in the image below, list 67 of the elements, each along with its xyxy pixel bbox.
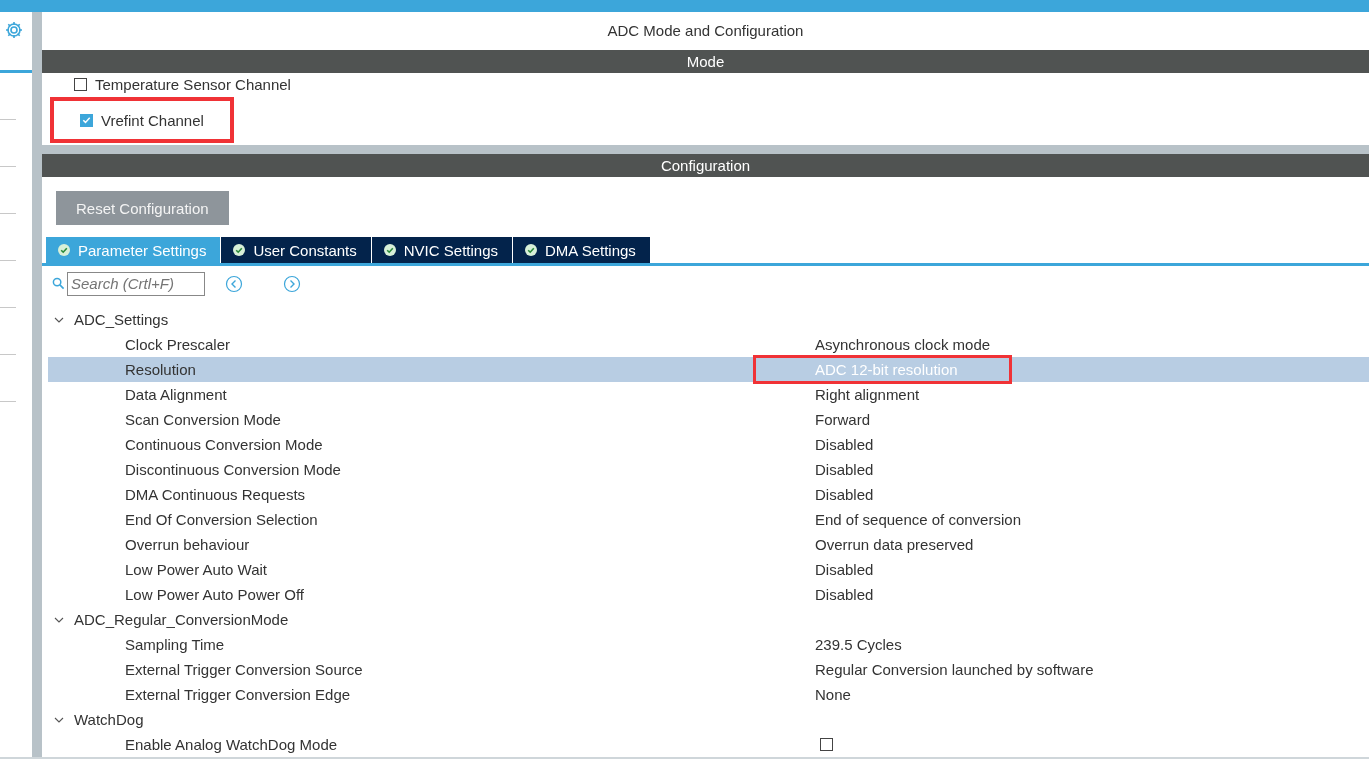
parameter-name: Scan Conversion Mode	[124, 411, 282, 428]
parameter-name: Clock Prescaler	[124, 336, 232, 353]
tab[interactable]: User Constants	[221, 237, 371, 264]
parameter-row[interactable]: Resolution ADC 12-bit resolution	[48, 357, 1369, 382]
parameter-name: Low Power Auto Wait	[124, 561, 268, 578]
parameter-row[interactable]: Low Power Auto Wait Disabled	[48, 557, 1369, 582]
search-field[interactable]: Search (Crtl+F)	[67, 271, 205, 296]
parameter-value: Disabled	[815, 461, 874, 478]
parameter-row[interactable]: Clock Prescaler Asynchronous clock mode	[48, 332, 1369, 357]
previous-icon[interactable]	[225, 274, 243, 293]
parameter-name: External Trigger Conversion Edge	[124, 686, 352, 703]
channel-label: Temperature Sensor Channel	[95, 75, 291, 93]
parameter-name: Low Power Auto Power Off	[124, 586, 305, 603]
parameter-row[interactable]: Low Power Auto Power Off Disabled	[48, 582, 1369, 607]
check-circle-icon	[525, 244, 537, 257]
parameter-value: None	[815, 686, 851, 703]
parameter-value: Regular Conversion launched by software	[815, 661, 1094, 678]
tab[interactable]: NVIC Settings	[371, 237, 512, 264]
check-circle-icon	[383, 244, 396, 257]
parameter-name: Continuous Conversion Mode	[124, 436, 324, 453]
parameter-value: Right alignment	[815, 386, 920, 403]
parameter-name: Sampling Time	[124, 636, 226, 653]
section-header: Configuration	[42, 154, 1369, 178]
tab[interactable]: DMA Settings	[513, 237, 650, 264]
next-icon[interactable]	[283, 274, 301, 293]
parameter-value: Disabled	[815, 486, 874, 503]
panel-title: ADC Mode and Configuration	[606, 21, 805, 41]
parameter-row[interactable]: Enable Analog WatchDog Mode	[48, 732, 1369, 757]
parameter-value: ADC 12-bit resolution	[815, 361, 958, 378]
parameter-row[interactable]: Continuous Conversion Mode Disabled	[48, 432, 1369, 457]
parameter-name: Overrun behaviour	[124, 536, 251, 553]
settings-icon[interactable]	[4, 20, 24, 40]
parameter-row[interactable]: Overrun behaviour Overrun data preserved	[48, 532, 1369, 557]
group-label: ADC_Settings	[74, 311, 169, 328]
check-circle-icon	[233, 244, 246, 257]
parameter-row[interactable]: Sampling Time 239.5 Cycles	[48, 632, 1369, 657]
checkbox[interactable]	[74, 77, 87, 91]
parameter-value: Disabled	[815, 436, 874, 453]
parameter-value: 239.5 Cycles	[815, 636, 902, 653]
parameter-name: Resolution	[124, 361, 197, 378]
parameter-value: Forward	[815, 411, 870, 428]
parameter-row[interactable]: DMA Continuous Requests Disabled	[48, 482, 1369, 507]
parameter-name: DMA Continuous Requests	[124, 486, 307, 503]
parameter-value: Disabled	[815, 586, 874, 603]
search-icon	[52, 277, 65, 291]
channel-label: Vrefint Channel	[101, 111, 204, 129]
check-circle-icon	[58, 244, 70, 257]
parameter-name: Enable Analog WatchDog Mode	[124, 736, 339, 753]
parameter-row[interactable]: Discontinuous Conversion Mode Disabled	[48, 457, 1369, 482]
checkbox[interactable]	[820, 738, 833, 751]
group-label: WatchDog	[74, 711, 144, 728]
parameter-row[interactable]: External Trigger Conversion Source Regular Conversion launched by software	[48, 657, 1369, 682]
parameter-name: Discontinuous Conversion Mode	[124, 461, 342, 478]
parameter-name: Data Alignment	[124, 386, 228, 403]
parameter-value: End of sequence of conversion	[815, 511, 1021, 528]
checkbox[interactable]	[80, 113, 93, 127]
parameter-value: Overrun data preserved	[815, 536, 974, 553]
parameter-value: Disabled	[815, 561, 874, 578]
parameter-row[interactable]: Scan Conversion Mode Forward	[48, 407, 1369, 432]
parameter-row[interactable]: External Trigger Conversion Edge None	[48, 682, 1369, 707]
group-label: ADC_Regular_ConversionMode	[74, 611, 289, 628]
parameter-row[interactable]: End Of Conversion Selection End of sequence of conversion	[48, 507, 1369, 532]
parameter-name: External Trigger Conversion Source	[124, 661, 364, 678]
parameter-row[interactable]: Data Alignment Right alignment	[48, 382, 1369, 407]
parameter-name: End Of Conversion Selection	[124, 511, 319, 528]
section-header: Mode	[42, 50, 1369, 73]
parameter-value: Asynchronous clock mode	[815, 336, 991, 353]
